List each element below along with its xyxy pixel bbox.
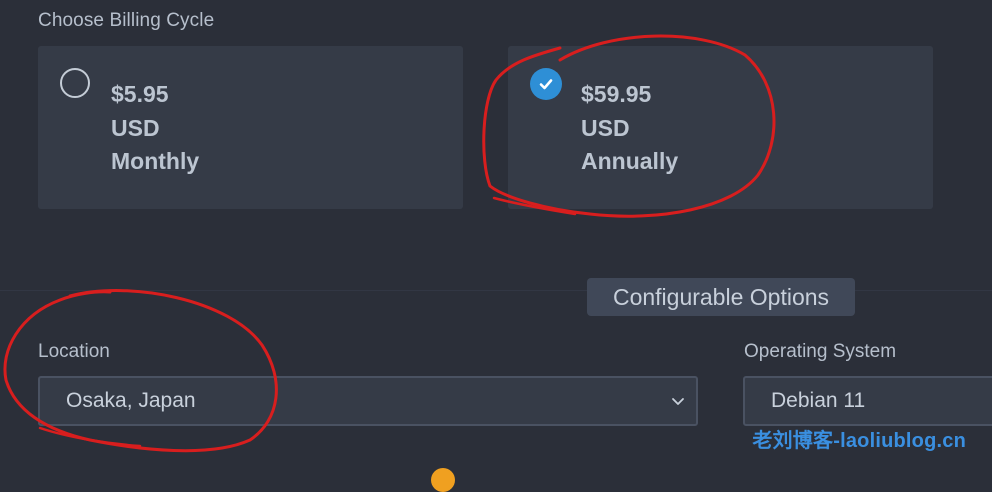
plan-price: $59.95 [581, 81, 652, 107]
annotation-circle-location [3, 289, 278, 453]
operating-system-select[interactable]: Debian 11 [743, 376, 992, 426]
plan-card-monthly[interactable]: $5.95 USD Monthly [38, 46, 463, 209]
location-select[interactable]: Osaka, Japan [38, 376, 698, 426]
billing-cycle-title: Choose Billing Cycle [38, 10, 215, 31]
location-label: Location [38, 341, 110, 362]
watermark-text: 老刘博客-laoliublog.cn [752, 430, 966, 452]
plan-text-monthly: $5.95 USD Monthly [111, 78, 199, 179]
operating-system-label: Operating System [744, 341, 897, 362]
plan-card-annually[interactable]: $59.95 USD Annually [508, 46, 933, 209]
plan-price: $5.95 [111, 81, 169, 107]
chevron-down-icon [672, 398, 684, 405]
annotation-stroke-location-tail [38, 426, 142, 448]
plan-currency: USD [581, 114, 630, 141]
location-selected-value: Osaka, Japan [66, 389, 196, 412]
checkmark-icon [539, 79, 553, 90]
plan-period: Monthly [111, 148, 200, 174]
plan-text-annually: $59.95 USD Annually [581, 78, 678, 179]
os-selected-value: Debian 11 [771, 389, 866, 412]
radio-checked-icon[interactable] [530, 68, 562, 100]
configurable-options-heading: Configurable Options [587, 278, 855, 316]
plan-currency: USD [111, 114, 160, 141]
plan-period: Annually [581, 148, 679, 174]
info-indicator-icon [431, 468, 455, 492]
radio-unchecked-icon[interactable] [60, 68, 90, 98]
